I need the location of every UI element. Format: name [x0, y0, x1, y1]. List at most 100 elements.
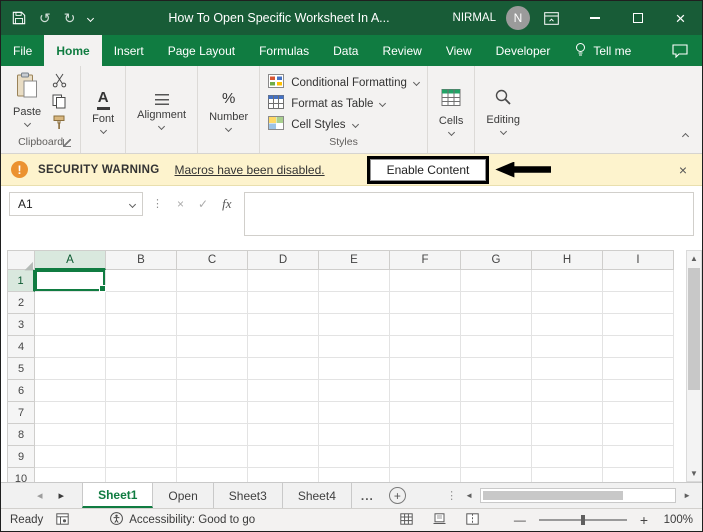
cell-I2[interactable] — [603, 292, 674, 314]
zoom-slider[interactable] — [539, 519, 627, 521]
ribbon-group-font[interactable]: A Font — [81, 66, 126, 153]
cell-H4[interactable] — [532, 336, 603, 358]
formula-input[interactable] — [244, 192, 694, 236]
name-box-dropdown[interactable] — [122, 193, 142, 215]
cell-G3[interactable] — [461, 314, 532, 336]
undo-icon[interactable]: ↺ — [39, 11, 51, 25]
confirm-entry-icon[interactable]: ✓ — [198, 197, 208, 211]
close-button[interactable]: × — [659, 1, 702, 35]
column-header-C[interactable]: C — [177, 250, 248, 270]
tab-insert[interactable]: Insert — [102, 35, 156, 66]
cell-D5[interactable] — [248, 358, 319, 380]
cell-I10[interactable] — [603, 468, 674, 482]
cell-B10[interactable] — [106, 468, 177, 482]
clipboard-dialog-launcher-icon[interactable] — [63, 139, 71, 147]
cell-A6[interactable] — [35, 380, 106, 402]
column-header-G[interactable]: G — [461, 250, 532, 270]
column-header-A[interactable]: A — [35, 250, 106, 270]
zoom-in-icon[interactable]: + — [640, 512, 648, 528]
conditional-formatting-button[interactable]: Conditional Formatting — [268, 72, 419, 93]
cell-E4[interactable] — [319, 336, 390, 358]
zoom-level[interactable]: 100% — [661, 514, 693, 526]
zoom-out-icon[interactable]: — — [514, 513, 526, 527]
cell-C8[interactable] — [177, 424, 248, 446]
scroll-down-icon[interactable]: ▼ — [687, 466, 701, 481]
redo-icon[interactable]: ↻ — [64, 11, 76, 25]
cell-H5[interactable] — [532, 358, 603, 380]
cell-F9[interactable] — [390, 446, 461, 468]
tab-developer[interactable]: Developer — [484, 35, 563, 66]
cell-H7[interactable] — [532, 402, 603, 424]
tab-file[interactable]: File — [1, 35, 44, 66]
row-header-4[interactable]: 4 — [7, 336, 35, 358]
ribbon-group-alignment[interactable]: Alignment — [126, 66, 198, 153]
collapse-ribbon-button[interactable] — [683, 126, 688, 144]
scroll-left-icon[interactable]: ◄ — [462, 491, 476, 500]
cell-H10[interactable] — [532, 468, 603, 482]
cell-C6[interactable] — [177, 380, 248, 402]
cell-G7[interactable] — [461, 402, 532, 424]
cell-H3[interactable] — [532, 314, 603, 336]
minimize-button[interactable] — [573, 1, 616, 35]
select-all-corner[interactable]: ◢ — [7, 250, 35, 270]
page-break-preview-icon[interactable] — [466, 513, 479, 528]
cut-button[interactable] — [52, 73, 72, 88]
cell-I6[interactable] — [603, 380, 674, 402]
ribbon-display-options-icon[interactable] — [530, 1, 573, 35]
page-layout-view-icon[interactable] — [433, 513, 446, 528]
cancel-entry-icon[interactable]: × — [177, 197, 184, 211]
cell-A7[interactable] — [35, 402, 106, 424]
tab-review[interactable]: Review — [370, 35, 433, 66]
cell-D2[interactable] — [248, 292, 319, 314]
cell-I9[interactable] — [603, 446, 674, 468]
insert-function-icon[interactable]: fx — [222, 196, 231, 212]
tab-data[interactable]: Data — [321, 35, 370, 66]
cell-I8[interactable] — [603, 424, 674, 446]
column-header-F[interactable]: F — [390, 250, 461, 270]
enable-content-button[interactable]: Enable Content — [370, 159, 487, 181]
cell-B6[interactable] — [106, 380, 177, 402]
sheet-tab-sheet1[interactable]: Sheet1 — [82, 483, 153, 508]
cell-C9[interactable] — [177, 446, 248, 468]
cell-B7[interactable] — [106, 402, 177, 424]
row-header-9[interactable]: 9 — [7, 446, 35, 468]
cell-A3[interactable] — [35, 314, 106, 336]
customize-quick-access-chevron-icon[interactable] — [88, 16, 93, 21]
column-header-D[interactable]: D — [248, 250, 319, 270]
next-sheet-icon[interactable]: ▸ — [59, 489, 65, 502]
cell-E9[interactable] — [319, 446, 390, 468]
cell-G2[interactable] — [461, 292, 532, 314]
cell-C1[interactable] — [177, 270, 248, 292]
cell-E3[interactable] — [319, 314, 390, 336]
save-icon[interactable] — [12, 11, 26, 25]
cell-F5[interactable] — [390, 358, 461, 380]
cell-I1[interactable] — [603, 270, 674, 292]
accessibility-status[interactable]: Accessibility: Good to go — [110, 512, 255, 528]
cell-B9[interactable] — [106, 446, 177, 468]
cell-G5[interactable] — [461, 358, 532, 380]
copy-button[interactable] — [52, 94, 72, 109]
cell-styles-button[interactable]: Cell Styles — [268, 114, 419, 135]
comments-icon[interactable] — [658, 35, 702, 66]
cell-A1[interactable] — [35, 270, 106, 292]
cell-G4[interactable] — [461, 336, 532, 358]
column-header-B[interactable]: B — [106, 250, 177, 270]
cell-E1[interactable] — [319, 270, 390, 292]
cell-G10[interactable] — [461, 468, 532, 482]
cell-I4[interactable] — [603, 336, 674, 358]
tab-splitter-dots[interactable]: ⋮ — [445, 489, 458, 502]
horizontal-scrollbar-track[interactable] — [480, 488, 676, 503]
cell-C2[interactable] — [177, 292, 248, 314]
horizontal-scrollbar[interactable]: ⋮ ◄ ► — [445, 483, 702, 508]
cell-A8[interactable] — [35, 424, 106, 446]
cell-A9[interactable] — [35, 446, 106, 468]
cell-G6[interactable] — [461, 380, 532, 402]
cell-E6[interactable] — [319, 380, 390, 402]
tab-home[interactable]: Home — [44, 35, 101, 66]
avatar[interactable]: N — [506, 6, 530, 30]
cell-F4[interactable] — [390, 336, 461, 358]
maximize-button[interactable] — [616, 1, 659, 35]
cell-E10[interactable] — [319, 468, 390, 482]
cell-I7[interactable] — [603, 402, 674, 424]
cell-D10[interactable] — [248, 468, 319, 482]
